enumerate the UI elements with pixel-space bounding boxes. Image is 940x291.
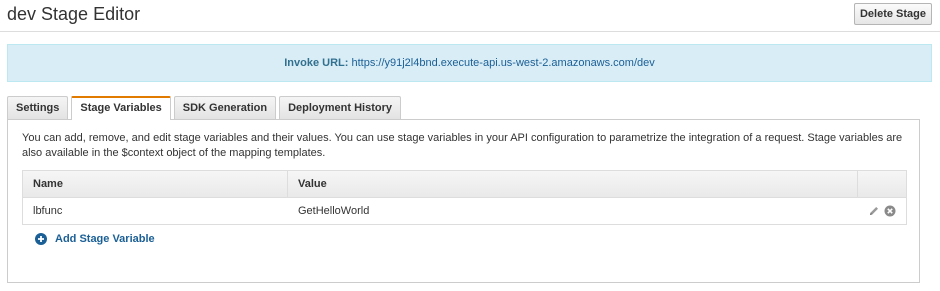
- delete-stage-button[interactable]: Delete Stage: [854, 3, 932, 25]
- tab-deployment-history[interactable]: Deployment History: [279, 96, 402, 119]
- stage-variables-table: Name Value lbfunc GetHelloWorld: [22, 170, 907, 225]
- pencil-icon[interactable]: [868, 205, 880, 217]
- table-row: lbfunc GetHelloWorld: [23, 198, 906, 224]
- invoke-url-label: Invoke URL:: [284, 57, 349, 69]
- column-header-actions: [858, 171, 906, 197]
- plus-circle-icon: [35, 233, 47, 245]
- row-actions: [858, 198, 906, 224]
- invoke-url-banner: Invoke URL: https://y91j2l4bnd.execute-a…: [7, 44, 932, 82]
- remove-circle-icon[interactable]: [884, 205, 896, 217]
- column-header-name: Name: [23, 171, 288, 197]
- table-header: Name Value: [23, 171, 906, 198]
- tab-sdk-generation[interactable]: SDK Generation: [173, 96, 277, 119]
- variable-name-cell: lbfunc: [33, 205, 63, 217]
- stage-tabs: Settings Stage Variables SDK Generation …: [7, 96, 404, 120]
- add-stage-variable-button[interactable]: Add Stage Variable: [35, 233, 155, 245]
- column-header-value: Value: [288, 171, 858, 197]
- stage-variables-panel: You can add, remove, and edit stage vari…: [7, 119, 920, 283]
- tab-stage-variables[interactable]: Stage Variables: [71, 96, 171, 120]
- page-header: dev Stage Editor Delete Stage: [0, 0, 940, 32]
- page-title: dev Stage Editor: [7, 4, 141, 24]
- stage-variables-description: You can add, remove, and edit stage vari…: [22, 132, 903, 159]
- tab-settings[interactable]: Settings: [7, 96, 69, 119]
- variable-value-cell: GetHelloWorld: [298, 205, 370, 217]
- add-stage-variable-label: Add Stage Variable: [55, 233, 155, 245]
- invoke-url-link[interactable]: https://y91j2l4bnd.execute-api.us-west-2…: [351, 57, 654, 69]
